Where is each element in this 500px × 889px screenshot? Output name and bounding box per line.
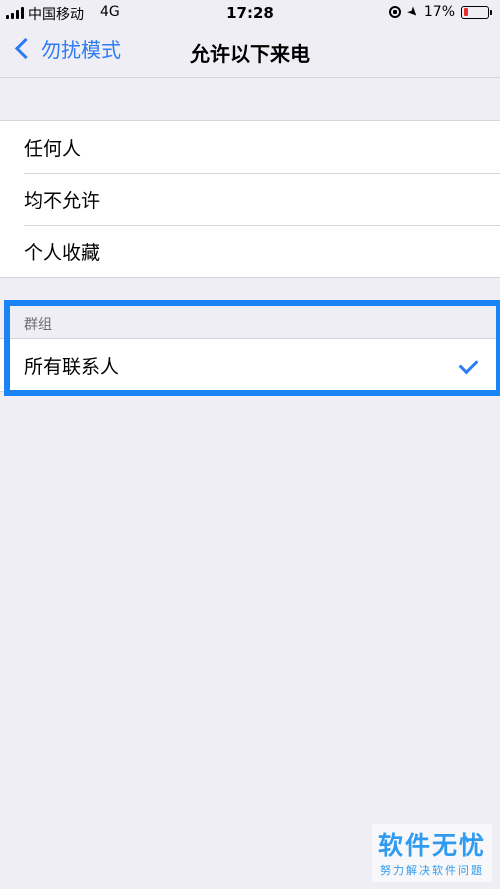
location-icon: ➤ (403, 2, 422, 22)
groups-options: 所有联系人 (0, 338, 500, 392)
watermark-title: 软件无忧 (377, 831, 486, 860)
navigation-bar: 勿扰模式 允许以下来电 (0, 26, 500, 78)
orientation-lock-icon (388, 6, 401, 18)
battery-icon (461, 5, 489, 19)
battery-cap (490, 9, 492, 15)
option-label: 任何人 (24, 137, 82, 160)
option-label: 所有联系人 (24, 355, 120, 378)
allow-calls-options: 任何人 均不允许 个人收藏 (0, 120, 500, 278)
page-title: 允许以下来电 (190, 42, 310, 66)
option-favorites[interactable]: 个人收藏 (0, 225, 500, 277)
watermark-logo: 软件无忧 努力解决软件问题 (372, 824, 492, 882)
battery-percent: 17% (423, 4, 455, 20)
groups-section-header: 群组 (24, 317, 52, 333)
option-all-contacts[interactable]: 所有联系人 (0, 339, 500, 391)
battery-level (463, 8, 468, 16)
option-label: 个人收藏 (24, 241, 101, 264)
watermark-subtitle: 努力解决软件问题 (380, 864, 484, 877)
option-anyone[interactable]: 任何人 (0, 121, 500, 173)
status-bar: 中国移动 4G 17:28 ➤ 17% (0, 0, 500, 26)
option-no-one[interactable]: 均不允许 (0, 173, 500, 225)
checkmark-icon (458, 354, 479, 375)
option-label: 均不允许 (24, 189, 101, 212)
status-right-group: ➤ 17% (388, 2, 492, 22)
